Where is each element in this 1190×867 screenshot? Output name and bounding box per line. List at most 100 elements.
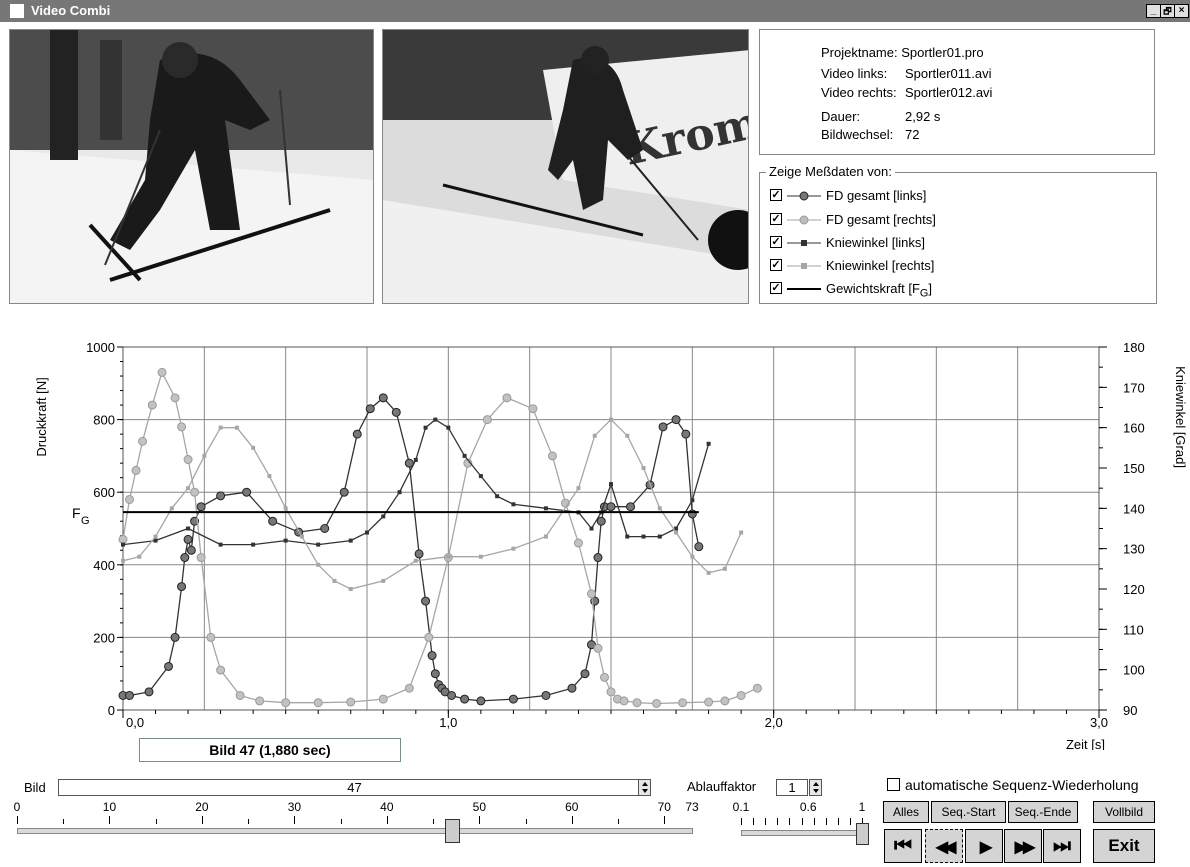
series-point-0: [593, 553, 603, 563]
play-icon: ▶: [979, 839, 992, 856]
y2-tick-label: 140: [1123, 501, 1145, 516]
series-point-0: [268, 516, 278, 526]
fast-forward-icon: ▶▶: [1014, 839, 1036, 856]
frame-tick-label: 73: [685, 800, 699, 814]
frame-slider-thumb[interactable]: [444, 819, 460, 843]
series-point-3: [169, 506, 174, 511]
exit-button[interactable]: Exit: [1093, 829, 1155, 863]
rewind-button[interactable]: ◀◀: [925, 829, 963, 863]
series-point-0: [196, 502, 206, 512]
series-point-1: [632, 698, 642, 708]
series-point-2: [283, 538, 288, 543]
checkbox-weight[interactable]: ✓: [770, 282, 782, 294]
series-point-0: [170, 632, 180, 642]
series-point-3: [657, 506, 662, 511]
frame-tick: [571, 816, 573, 824]
series-point-3: [299, 534, 304, 539]
series-point-0: [567, 683, 577, 693]
y2-tick-label: 110: [1123, 622, 1144, 637]
frame-input[interactable]: 47: [58, 779, 651, 796]
info-row-duration: Dauer: 2,92 s: [821, 109, 941, 124]
y2-tick-label: 90: [1123, 703, 1137, 718]
series-point-1: [678, 698, 688, 708]
y-tick-label: 1000: [86, 340, 115, 355]
series-point-0: [671, 415, 681, 425]
minimize-button[interactable]: _: [1146, 4, 1161, 18]
fullscreen-button[interactable]: Vollbild: [1093, 801, 1155, 823]
series-point-1: [147, 400, 157, 410]
all-button[interactable]: Alles: [883, 801, 929, 823]
series-point-2: [543, 506, 548, 511]
series-point-3: [446, 554, 451, 559]
project-info-panel: Projektname: Sportler01.pro Video links:…: [759, 29, 1155, 155]
series-point-2: [381, 514, 386, 519]
y2-axis-label: Kniewinkel [Grad]: [1173, 366, 1188, 468]
speed-tick-label: 1: [858, 800, 866, 814]
series-point-1: [157, 367, 167, 377]
series-point-1: [736, 690, 746, 700]
close-button[interactable]: ×: [1174, 4, 1189, 18]
series-point-2: [413, 457, 418, 462]
checkbox-knee-right[interactable]: ✓: [770, 259, 782, 271]
y2-tick-label: 160: [1123, 421, 1145, 436]
series-point-2: [478, 474, 483, 479]
frame-tick: [664, 816, 666, 824]
frame-spinner[interactable]: [638, 779, 651, 796]
maximize-button[interactable]: 🗗: [1160, 4, 1175, 18]
y-tick-label: 0: [108, 703, 115, 718]
speed-tick: [753, 818, 755, 825]
skip-to-end-icon: ⏭: [1053, 835, 1071, 857]
series-point-0: [421, 596, 431, 606]
legend-label-knee-right: Kniewinkel [rechts]: [826, 258, 935, 273]
series-point-0: [144, 687, 154, 697]
series-point-0: [365, 404, 375, 414]
series-point-3: [576, 486, 581, 491]
checkbox-fd-left[interactable]: ✓: [770, 189, 782, 201]
frame-slider-track[interactable]: [17, 828, 693, 834]
speed-spinner[interactable]: [809, 779, 822, 796]
play-button[interactable]: ▶: [965, 829, 1003, 863]
series-point-3: [234, 425, 239, 430]
series-point-0: [320, 524, 330, 533]
x-axis-label: Zeit [s]: [1066, 737, 1105, 750]
series-point-1: [131, 465, 141, 475]
frame-tick: [340, 819, 342, 824]
video-left[interactable]: [9, 29, 374, 304]
repeat-checkbox[interactable]: [887, 778, 900, 791]
skip-to-start-icon: ⏮: [894, 835, 912, 857]
legend-label-weight: Gewichtskraft [FG]: [826, 281, 932, 300]
first-frame-button[interactable]: ⏮: [884, 829, 922, 863]
seq-start-button[interactable]: Seq.-Start: [931, 801, 1006, 823]
series-point-1: [206, 632, 216, 642]
current-frame-label: Bild 47 (1,880 sec): [139, 738, 401, 762]
series-point-0: [183, 534, 193, 544]
legend-swatch-knee-left: [787, 240, 821, 246]
series-point-1: [704, 697, 714, 707]
speed-slider-track[interactable]: [741, 830, 866, 836]
frame-tick: [433, 819, 435, 824]
series-point-0: [596, 516, 606, 526]
series-point-1: [183, 455, 193, 465]
speed-tick: [765, 818, 767, 825]
series-point-1: [313, 698, 323, 708]
series-point-1: [547, 451, 557, 461]
info-row-video-left: Video links: Sportler011.avi: [821, 66, 992, 81]
last-frame-button[interactable]: ⏭: [1043, 829, 1081, 863]
checkbox-fd-right[interactable]: ✓: [770, 213, 782, 225]
fast-forward-button[interactable]: ▶▶: [1004, 829, 1042, 863]
video-right[interactable]: Kromba: [382, 29, 749, 304]
series-point-2: [609, 482, 613, 487]
legend-swatch-weight: [787, 288, 821, 290]
speed-tick: [849, 818, 851, 825]
frame-tick: [248, 819, 250, 824]
series-point-3: [690, 554, 695, 559]
series-point-2: [641, 534, 646, 539]
series-point-1: [281, 698, 291, 708]
speed-tick: [777, 818, 779, 825]
speed-input[interactable]: 1: [776, 779, 808, 796]
info-row-video-right: Video rechts: Sportler012.avi: [821, 85, 993, 100]
seq-end-button[interactable]: Seq.-Ende: [1008, 801, 1078, 823]
repeat-toggle[interactable]: automatische Sequenz-Wiederholung: [887, 777, 1138, 793]
speed-slider-thumb[interactable]: [856, 823, 869, 845]
checkbox-knee-left[interactable]: ✓: [770, 236, 782, 248]
